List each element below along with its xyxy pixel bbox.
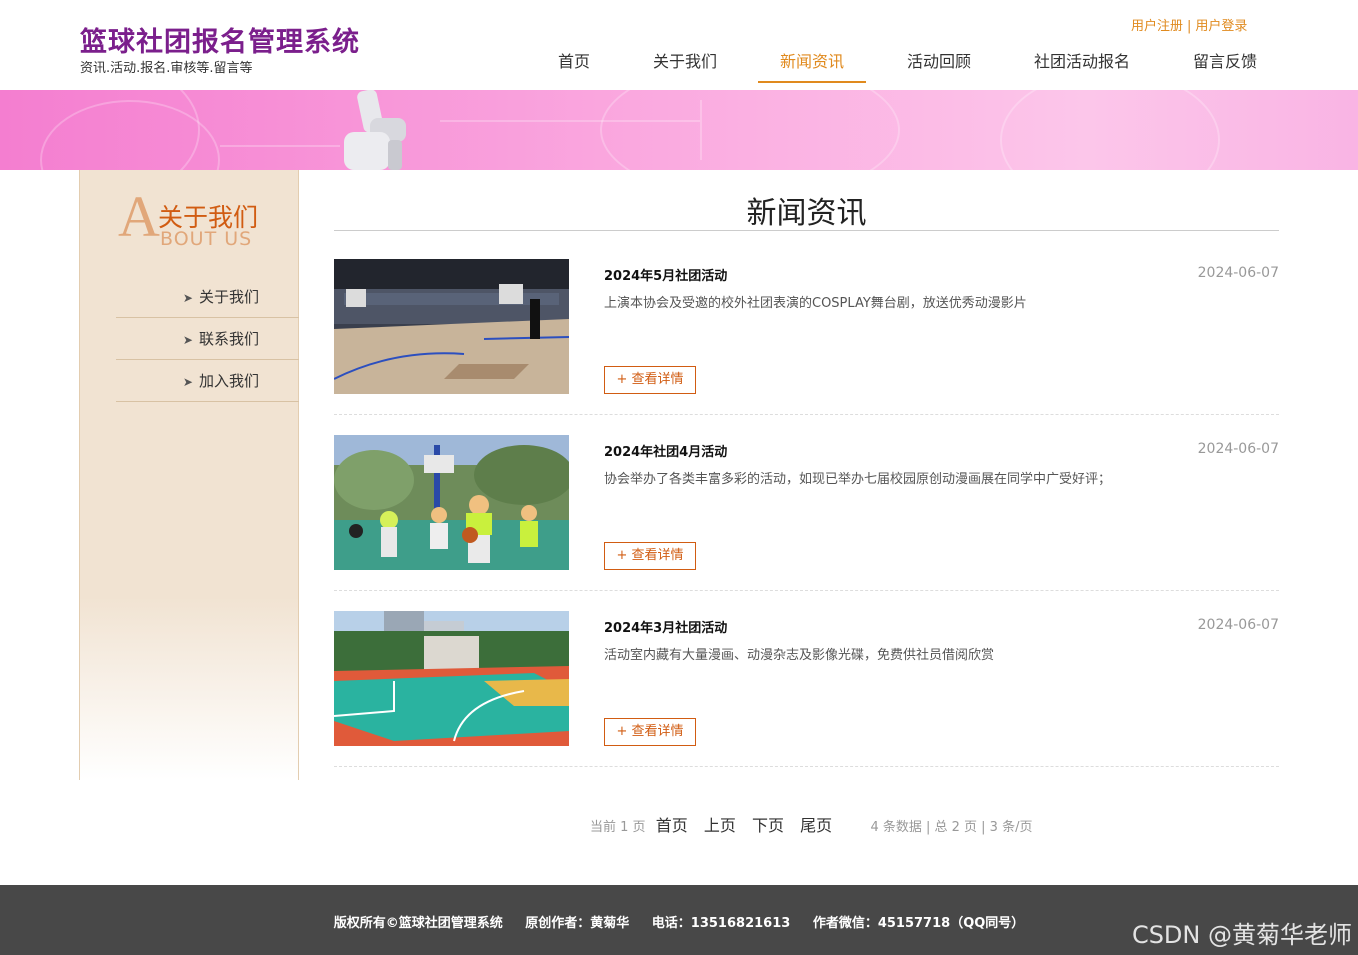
chevron-right-icon: ➤ [182,333,193,347]
login-link[interactable]: 用户登录 [1195,19,1247,34]
nav-news[interactable]: 新闻资讯 [758,40,866,83]
nav-signup[interactable]: 社团活动报名 [1032,40,1132,83]
news-date: 2024-06-07 [1197,265,1279,281]
sidebar-item-label: 联系我们 [198,330,259,348]
pager-prev[interactable]: 上页 [704,816,736,835]
footer-phone: 电话：13516821613 [651,916,791,931]
view-details-button[interactable]: + 查看详情 [604,366,696,394]
footer-author: 原创作者：黄菊华 [525,916,630,931]
nav-activity-review[interactable]: 活动回顾 [905,40,973,83]
news-title[interactable]: 2024年社团4月活动 [604,441,727,460]
pager-next[interactable]: 下页 [752,816,784,835]
news-item: 2024年社团4月活动 2024-06-07 协会举办了各类丰富多彩的活动，如现… [334,435,1279,591]
sidebar: A 关于我们 BOUT US ➤ 关于我们 ➤ 联系我们 ➤ 加入我们 [79,170,299,780]
news-thumbnail[interactable] [334,435,569,570]
link-separator: | [1187,19,1192,34]
site-header: 篮球社团报名管理系统 资讯.活动.报名.审核等.留言等 用户注册 | 用户登录 首页… [0,0,1358,90]
nav-home[interactable]: 首页 [556,40,592,83]
banner-image [0,90,1358,170]
sidebar-title-en: BOUT US [160,228,253,250]
chevron-right-icon: ➤ [182,291,193,305]
page-title: 新闻资讯 [746,196,867,231]
register-link[interactable]: 用户注册 [1131,19,1183,34]
pager-summary: 4 条数据 | 总 2 页 | 3 条/页 [870,820,1033,835]
nav-about[interactable]: 关于我们 [651,40,719,83]
news-date: 2024-06-07 [1197,441,1279,457]
news-summary: 活动室内藏有大量漫画、动漫杂志及影像光碟，免费供社员借阅欣赏 [604,648,995,663]
news-thumbnail[interactable] [334,611,569,746]
site-footer: 版权所有©篮球社团管理系统 原创作者：黄菊华 电话：13516821613 作者… [0,885,1358,955]
sidebar-item-about[interactable]: ➤ 关于我们 [116,276,299,318]
user-links: 用户注册 | 用户登录 [1131,15,1247,34]
sidebar-item-contact[interactable]: ➤ 联系我们 [116,318,299,360]
nav-feedback[interactable]: 留言反馈 [1191,40,1259,83]
site-title: 篮球社团报名管理系统 [80,27,360,58]
news-item: 2024年3月社团活动 2024-06-07 活动室内藏有大量漫画、动漫杂志及影… [334,611,1279,767]
sidebar-item-label: 加入我们 [198,372,259,390]
csdn-watermark: CSDN @黄菊华老师 [1131,921,1352,949]
title-divider [334,230,1279,231]
robot-arm-graphic [344,90,406,170]
news-date: 2024-06-07 [1197,617,1279,633]
pager-current: 当前 1 页 [590,820,646,835]
sidebar-item-join[interactable]: ➤ 加入我们 [116,360,299,402]
view-details-button[interactable]: + 查看详情 [604,542,696,570]
site-subtitle: 资讯.活动.报名.审核等.留言等 [80,61,253,76]
news-title[interactable]: 2024年3月社团活动 [604,617,727,636]
pager-last[interactable]: 尾页 [800,816,832,835]
pagination: 当前 1 页 首页 上页 下页 尾页 4 条数据 | 总 2 页 | 3 条/页 [590,812,1032,836]
news-summary: 上演本协会及受邀的校外社团表演的COSPLAY舞台剧，放送优秀动漫影片 [604,296,1027,311]
about-logo-letter: A [118,184,160,249]
footer-copyright: 版权所有©篮球社团管理系统 [333,916,503,931]
footer-wechat: 作者微信：45157718（QQ同号） [812,916,1025,931]
chevron-right-icon: ➤ [182,375,193,389]
view-details-button[interactable]: + 查看详情 [604,718,696,746]
news-summary: 协会举办了各类丰富多彩的活动，如现已举办七届校园原创动漫画展在同学中广受好评； [604,472,1112,487]
news-thumbnail[interactable] [334,259,569,394]
news-item: 2024年5月社团活动 2024-06-07 上演本协会及受邀的校外社团表演的C… [334,259,1279,415]
news-title[interactable]: 2024年5月社团活动 [604,265,727,284]
pager-first[interactable]: 首页 [656,816,688,835]
sidebar-item-label: 关于我们 [198,288,259,306]
